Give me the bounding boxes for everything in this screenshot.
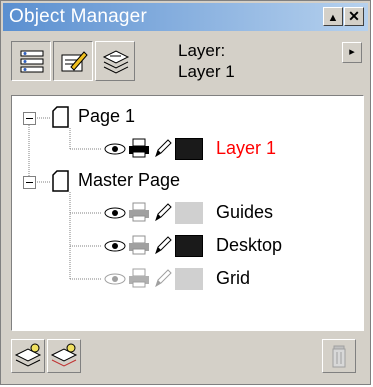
- close-icon: ✕: [348, 8, 360, 24]
- current-layer-label: Layer: Layer 1: [178, 40, 235, 82]
- layer-name-guides[interactable]: Guides: [216, 202, 273, 223]
- new-layer-button[interactable]: [11, 339, 45, 373]
- close-button[interactable]: ✕: [344, 7, 364, 26]
- delete-button[interactable]: [322, 339, 356, 373]
- printer-icon[interactable]: [128, 202, 150, 222]
- pencil-icon[interactable]: [154, 138, 172, 158]
- edit-across-layers-icon: [61, 51, 88, 72]
- page-icon: [52, 170, 69, 192]
- layer-manager-view-icon: [102, 50, 130, 74]
- new-layer-icon: [14, 343, 42, 367]
- pencil-icon[interactable]: [154, 268, 172, 288]
- title-bar[interactable]: Object Manager ▲ ✕: [3, 3, 368, 31]
- window-title: Object Manager: [9, 6, 147, 27]
- trash-icon: [332, 345, 346, 368]
- printer-icon[interactable]: [128, 235, 150, 255]
- new-master-layer-button[interactable]: [47, 339, 81, 373]
- current-layer-name: Layer 1: [178, 62, 235, 81]
- pencil-icon[interactable]: [154, 202, 172, 222]
- layer-color-swatch[interactable]: [175, 138, 203, 160]
- hidden-eye-icon[interactable]: [104, 272, 126, 286]
- layer-color-swatch[interactable]: [175, 235, 203, 257]
- show-object-properties-icon: [20, 50, 44, 73]
- layer-tree: Page 1 Layer 1 Master Page Guides Deskto…: [11, 95, 364, 331]
- object-manager-panel: Object Manager ▲ ✕ Layer: Layer 1 ▸ Page…: [0, 0, 371, 385]
- printer-icon[interactable]: [128, 268, 150, 288]
- printer-icon[interactable]: [128, 138, 150, 158]
- collapse-master-page-toggle[interactable]: [23, 176, 36, 189]
- layer-prefix: Layer:: [178, 41, 226, 60]
- minimize-button[interactable]: ▲: [323, 7, 343, 26]
- tree-node-page-1[interactable]: Page 1: [78, 106, 135, 127]
- layer-color-swatch[interactable]: [175, 268, 203, 290]
- edit-across-layers-button[interactable]: [53, 41, 93, 81]
- layer-name-desktop[interactable]: Desktop: [216, 235, 282, 256]
- page-icon: [52, 106, 69, 128]
- flyout-arrow-icon: ▸: [349, 46, 355, 58]
- show-object-properties-button[interactable]: [11, 41, 51, 81]
- collapse-page1-toggle[interactable]: [23, 112, 36, 125]
- visible-eye-icon[interactable]: [104, 206, 126, 220]
- panel-menu-button[interactable]: ▸: [342, 42, 362, 63]
- layer-name-grid[interactable]: Grid: [216, 268, 250, 289]
- layer-name-layer-1[interactable]: Layer 1: [216, 138, 276, 159]
- pencil-icon[interactable]: [154, 235, 172, 255]
- layer-color-swatch[interactable]: [175, 202, 203, 224]
- new-master-layer-icon: [50, 343, 78, 367]
- minimize-icon: ▲: [327, 12, 339, 24]
- visible-eye-icon[interactable]: [104, 239, 126, 253]
- layer-manager-view-button[interactable]: [95, 41, 135, 81]
- visible-eye-icon[interactable]: [104, 142, 126, 156]
- tree-node-master-page[interactable]: Master Page: [78, 170, 180, 191]
